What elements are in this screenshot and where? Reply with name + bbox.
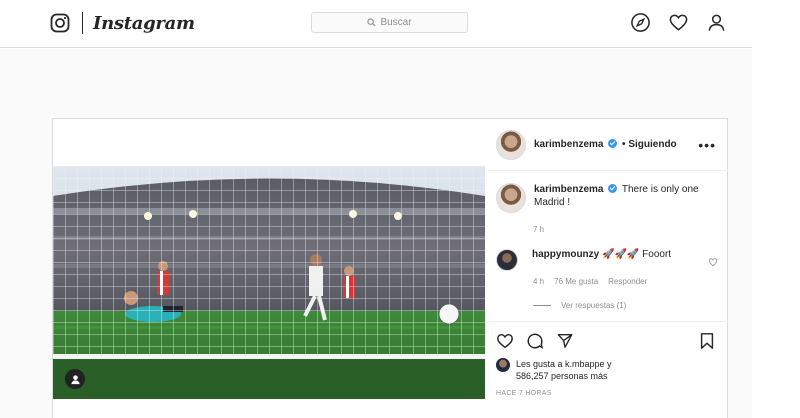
author-line: karimbenzema • Siguiendo (534, 138, 677, 150)
author-username[interactable]: karimbenzema (534, 139, 603, 150)
post-actions: Les gusta a k.mbappe y 586,257 personas … (488, 321, 728, 418)
comment-like-heart-icon[interactable] (708, 257, 718, 267)
caption: karimbenzema There is only one Madrid ! (496, 183, 714, 213)
heart-icon[interactable] (668, 12, 689, 33)
instagram-logo[interactable]: Instagram (50, 12, 195, 34)
caption-text-block: karimbenzema There is only one Madrid ! (534, 183, 714, 213)
bookmark-icon[interactable] (698, 332, 716, 350)
top-navigation-bar: Instagram Buscar (0, 0, 752, 48)
explore-icon[interactable] (630, 12, 651, 33)
caption-username[interactable]: karimbenzema (534, 184, 603, 195)
nav-icon-group (630, 12, 727, 33)
comment-bubble-icon[interactable] (526, 332, 544, 350)
comment-meta: 4 h 76 Me gusta Responder (533, 277, 647, 286)
author-avatar[interactable] (496, 129, 526, 160)
search-placeholder: Buscar (380, 17, 412, 28)
liker-avatar (496, 358, 510, 372)
comment-text: 🚀🚀🚀 Fooort (602, 249, 672, 260)
caption-time: 7 h (533, 225, 545, 234)
search-icon (367, 18, 376, 27)
action-icon-group (496, 332, 574, 350)
verified-badge-icon (608, 138, 618, 148)
share-paper-plane-icon[interactable] (556, 332, 574, 350)
post-timestamp: HACE 7 HORAS (496, 390, 552, 397)
view-replies[interactable]: Ver respuestas (1) (533, 301, 626, 310)
likes-summary[interactable]: Les gusta a k.mbappe y 586,257 personas … (496, 358, 612, 382)
likes-line-1: Les gusta a k.mbappe y (516, 359, 612, 369)
profile-icon[interactable] (706, 12, 727, 33)
likes-text: Les gusta a k.mbappe y 586,257 personas … (516, 358, 612, 382)
post-card: karimbenzema • Siguiendo ••• karimbenzem… (52, 118, 728, 418)
stadium-goal-image (53, 166, 485, 399)
user-tag-icon[interactable] (65, 369, 85, 389)
commenter-avatar[interactable] (496, 249, 518, 271)
post-header: karimbenzema • Siguiendo ••• (488, 119, 728, 171)
like-heart-icon[interactable] (496, 332, 514, 350)
brand-wordmark: Instagram (93, 12, 195, 34)
logo-divider (82, 12, 83, 34)
comment-likes[interactable]: 76 Me gusta (554, 277, 598, 286)
following-status[interactable]: • Siguiendo (622, 139, 677, 150)
search-input[interactable]: Buscar (311, 12, 468, 33)
more-options-icon[interactable]: ••• (698, 137, 716, 153)
post-sidebar: karimbenzema • Siguiendo ••• karimbenzem… (488, 119, 728, 418)
post-photo[interactable] (53, 166, 485, 399)
comment-item: happymounzy 🚀🚀🚀 Fooort (496, 249, 726, 271)
view-replies-label: Ver respuestas (1) (561, 301, 627, 310)
reply-link[interactable]: Responder (608, 277, 647, 286)
caption-avatar[interactable] (496, 183, 526, 213)
comment-text-block: happymounzy 🚀🚀🚀 Fooort (532, 249, 671, 271)
verified-badge-icon (608, 183, 618, 193)
replies-divider (533, 305, 551, 306)
commenter-username[interactable]: happymounzy (532, 249, 599, 260)
likes-line-2: 586,257 personas más (516, 371, 608, 381)
comment-time: 4 h (533, 277, 545, 286)
instagram-camera-icon (50, 13, 70, 33)
